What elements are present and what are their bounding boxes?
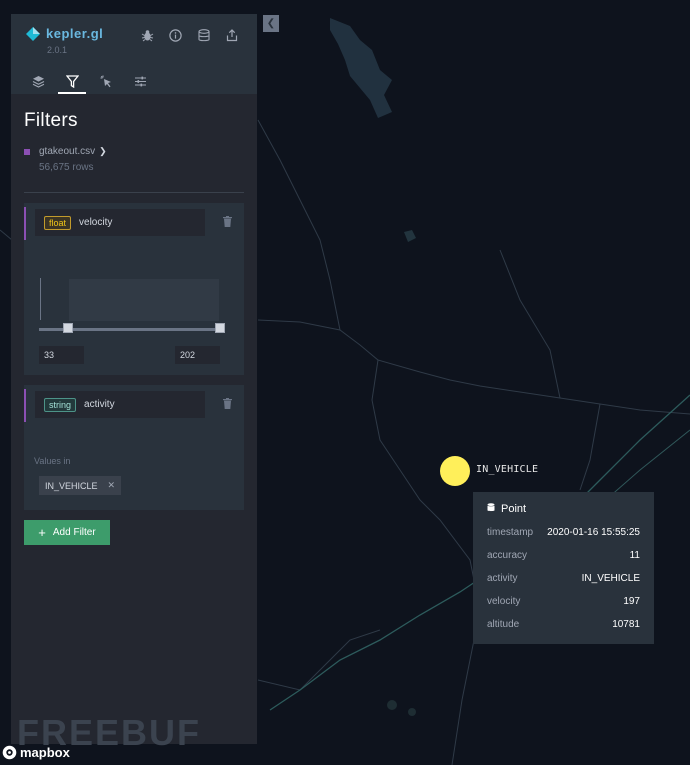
app-root: IN_VEHICLE Point timestamp 2020-01-16 15:… [0,0,690,765]
tooltip-title: Point [487,503,640,515]
database-icon [487,503,495,515]
database-icon[interactable] [195,27,212,44]
mapbox-text: mapbox [20,745,70,760]
tooltip-value: 2020-01-16 15:55:25 [547,527,640,538]
filter-icon [65,74,79,88]
tooltip-key: velocity [487,596,521,607]
dataset-item[interactable]: gtakeout.csv ❯ [24,146,244,157]
map-point-label: IN_VEHICLE [476,464,539,475]
tooltip-row: velocity 197 [487,596,640,619]
tooltip-row: timestamp 2020-01-16 15:55:25 [487,527,640,550]
range-handle-max[interactable] [215,323,225,333]
app-name: kepler.gl [46,26,104,41]
kepler-logo-icon [26,26,40,41]
collapse-panel-button[interactable]: ❮ [263,15,279,32]
trash-icon[interactable] [223,216,232,227]
tooltip-row: accuracy 11 [487,550,640,573]
filter-color-bar [24,207,26,240]
divider [24,192,244,193]
field-name: activity [84,399,115,410]
range-handle-min[interactable] [63,323,73,333]
map-tooltip: Point timestamp 2020-01-16 15:55:25 accur… [473,492,654,644]
filter-card-activity: string activity Values in IN_VEHICLE ✕ [24,385,244,510]
app-logo: kepler.gl [26,26,103,41]
tooltip-row: activity IN_VEHICLE [487,573,640,596]
dataset-color-swatch [24,148,30,155]
filter-field-selector[interactable]: string activity [35,391,205,418]
cursor-click-icon [100,75,111,87]
info-icon[interactable] [167,27,184,44]
layers-icon [32,75,44,88]
filter-color-bar [24,389,26,422]
mapbox-logo-icon [2,745,17,760]
add-filter-button[interactable]: + Add Filter [24,520,110,545]
filter-value-chip[interactable]: IN_VEHICLE ✕ [39,476,122,495]
tooltip-key: activity [487,573,518,584]
tab-layers[interactable] [26,69,50,93]
sliders-icon [134,76,146,86]
header-icon-bar [139,27,240,44]
plus-icon: + [38,524,46,540]
tooltip-title-text: Point [501,503,527,515]
chevron-right-icon: ❯ [99,146,107,156]
panel-title: Filters [24,110,78,131]
dataset-row-count: 56,675 rows [39,162,94,173]
bug-icon[interactable] [139,27,156,44]
field-type-tag: float [44,215,72,230]
map-point[interactable] [440,456,470,486]
field-type-tag: string [44,397,77,412]
tooltip-value: 11 [629,550,640,561]
range-max-input[interactable]: 202 [175,346,220,364]
tooltip-key: timestamp [487,527,534,538]
histogram-bar [40,278,41,320]
tab-interactions[interactable] [94,69,118,93]
tooltip-value: 197 [623,596,640,607]
filter-card-velocity: float velocity 33 202 [24,203,244,375]
tooltip-row: altitude 10781 [487,619,640,642]
tooltip-key: accuracy [487,550,528,561]
values-in-label: Values in [34,456,71,466]
panel-tabs [26,69,152,94]
histogram [69,279,219,321]
share-icon[interactable] [223,27,240,44]
filter-field-selector[interactable]: float velocity [35,209,205,236]
tooltip-value: 10781 [612,619,640,630]
chevron-left-icon: ❮ [266,18,276,29]
mapbox-attribution[interactable]: mapbox [2,745,70,760]
trash-icon[interactable] [223,398,232,409]
side-panel: kepler.gl 2.0.1 Filters gtakeout.csv ❯ 5… [11,14,257,744]
tooltip-value: IN_VEHICLE [581,573,640,584]
dataset-name: gtakeout.csv [39,146,96,157]
tab-map-settings[interactable] [128,69,152,93]
range-min-input[interactable]: 33 [39,346,84,364]
panel-body: Filters gtakeout.csv ❯ 56,675 rows float… [11,110,257,545]
tooltip-key: altitude [487,619,520,630]
app-version: 2.0.1 [47,45,68,55]
panel-header: kepler.gl 2.0.1 [11,14,257,94]
close-icon[interactable]: ✕ [108,480,116,491]
tab-filters[interactable] [58,69,86,94]
field-name: velocity [79,217,113,228]
add-filter-label: Add Filter [52,527,96,538]
chip-label: IN_VEHICLE [45,480,98,491]
